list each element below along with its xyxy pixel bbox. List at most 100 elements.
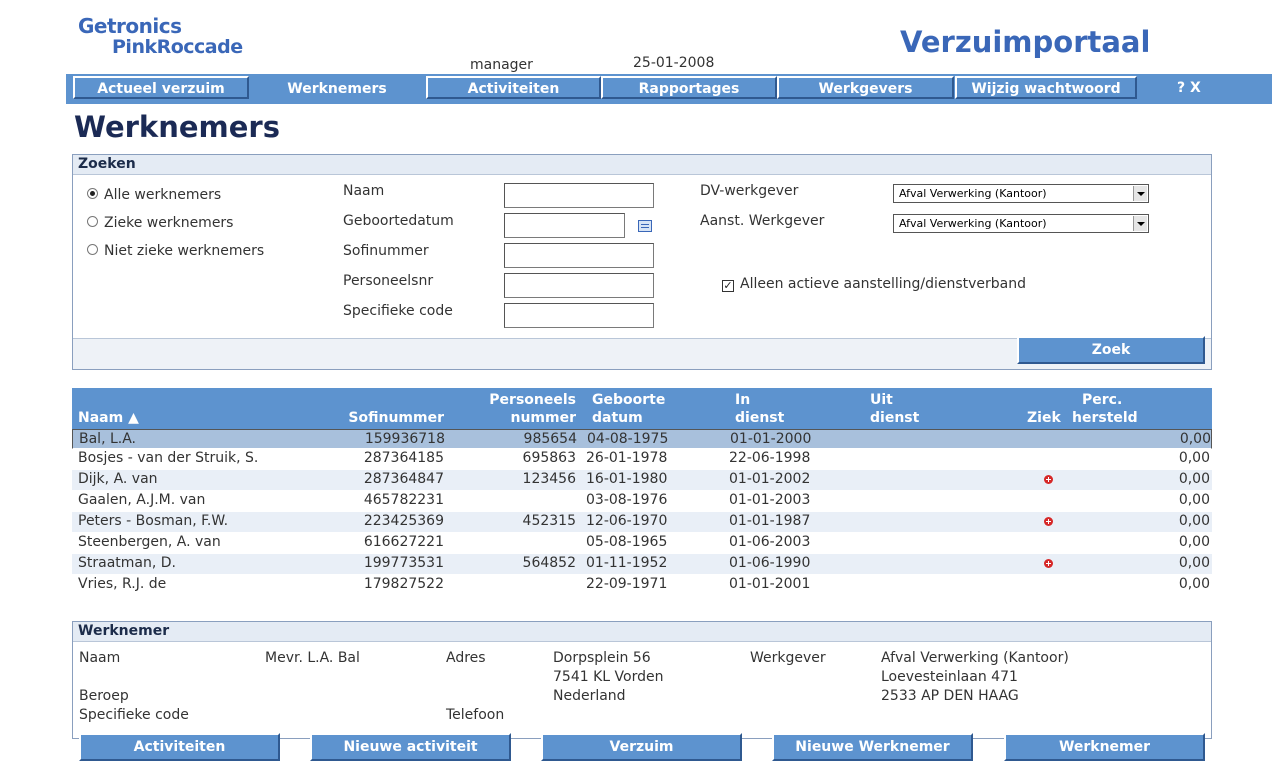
cell-geb: 12-06-1970 bbox=[586, 513, 668, 529]
dv-werkgever-select[interactable]: Afval Verwerking (Kantoor) bbox=[893, 184, 1149, 203]
cell-in: 01-01-1987 bbox=[729, 513, 811, 529]
radio-zieke-werknemers[interactable]: Zieke werknemers bbox=[87, 215, 233, 231]
results-table: Naam ▲ Sofinummer Personeels nummer Gebo… bbox=[72, 388, 1212, 596]
cell-in: 22-06-1998 bbox=[729, 450, 811, 466]
table-row[interactable]: Gaalen, A.J.M. van 465782231 03-08-1976 01-… bbox=[72, 491, 1212, 512]
cell-sofi: 179827522 bbox=[363, 576, 444, 592]
nav-werkgevers[interactable]: Werkgevers bbox=[777, 76, 954, 99]
label-specifieke-code: Specifieke code bbox=[343, 303, 453, 319]
cell-sofi: 159936718 bbox=[364, 431, 445, 447]
cell-geb: 04-08-1975 bbox=[587, 431, 669, 447]
cell-geb: 05-08-1965 bbox=[586, 534, 668, 550]
actief-checkbox-label: Alleen actieve aanstelling/dienstverband bbox=[740, 276, 1027, 292]
table-row[interactable]: Bal, L.A. 159936718 985654 04-08-1975 01-01-… bbox=[72, 429, 1212, 449]
label-emp-telefoon: Telefoon bbox=[446, 707, 505, 723]
cell-perc: 0,00 bbox=[1179, 431, 1211, 447]
search-panel: Zoeken Alle werknemers Zieke werknemers … bbox=[72, 154, 1212, 370]
geboortedatum-input[interactable] bbox=[504, 213, 625, 238]
current-user: manager bbox=[470, 57, 533, 73]
nieuwe-werknemer-button[interactable]: Nieuwe Werknemer bbox=[772, 733, 973, 761]
sick-marker-icon bbox=[1044, 559, 1053, 568]
table-row[interactable]: Straatman, D. 199773531 564852 01-11-1952 01… bbox=[72, 554, 1212, 575]
table-row[interactable]: Vries, R.J. de 179827522 22-09-1971 01-01-2… bbox=[72, 575, 1212, 596]
cell-geb: 03-08-1976 bbox=[586, 492, 668, 508]
chevron-down-icon bbox=[1133, 186, 1147, 201]
cell-in: 01-01-2000 bbox=[730, 431, 812, 447]
zoek-button[interactable]: Zoek bbox=[1017, 336, 1205, 364]
cell-naam: Dijk, A. van bbox=[78, 471, 158, 487]
table-row[interactable]: Dijk, A. van 287364847 123456 16-01-1980 01-… bbox=[72, 470, 1212, 491]
naam-input[interactable] bbox=[504, 183, 654, 208]
verzuim-button[interactable]: Verzuim bbox=[541, 733, 742, 761]
nav-werknemers[interactable]: Werknemers bbox=[262, 78, 412, 100]
cell-sofi: 287364847 bbox=[363, 471, 444, 487]
col-naam[interactable]: Naam ▲ bbox=[78, 410, 139, 426]
calendar-icon[interactable] bbox=[638, 220, 652, 232]
col-in-dienst-1[interactable]: In bbox=[735, 392, 750, 408]
col-in-dienst-2[interactable]: dienst bbox=[735, 410, 784, 426]
emp-werkgever-line1: Afval Verwerking (Kantoor) bbox=[881, 650, 1069, 666]
col-geboorte-1[interactable]: Geboorte bbox=[592, 392, 665, 408]
nav-actueel-verzuim[interactable]: Actueel verzuim bbox=[73, 76, 249, 99]
chevron-down-icon bbox=[1133, 216, 1147, 231]
col-uit-dienst-1[interactable]: Uit bbox=[870, 392, 893, 408]
cell-naam: Steenbergen, A. van bbox=[78, 534, 221, 550]
table-body: Bal, L.A. 159936718 985654 04-08-1975 01-01-… bbox=[72, 429, 1212, 596]
nav-activiteiten[interactable]: Activiteiten bbox=[426, 76, 601, 99]
cell-naam: Gaalen, A.J.M. van bbox=[78, 492, 206, 508]
col-personeels-2[interactable]: nummer bbox=[452, 410, 576, 426]
col-perc-2[interactable]: hersteld bbox=[1072, 410, 1138, 426]
col-perc-1[interactable]: Perc. bbox=[1082, 392, 1122, 408]
cell-perc: 0,00 bbox=[1178, 492, 1210, 508]
nav-wijzig-wachtwoord[interactable]: Wijzig wachtwoord bbox=[955, 76, 1137, 99]
label-naam: Naam bbox=[343, 183, 385, 199]
aanst-werkgever-select[interactable]: Afval Verwerking (Kantoor) bbox=[893, 214, 1149, 233]
label-emp-specifieke-code: Specifieke code bbox=[79, 707, 189, 723]
help-close-links[interactable]: ? X bbox=[1177, 80, 1201, 96]
specifieke-code-input[interactable] bbox=[504, 303, 654, 328]
personeelsnr-input[interactable] bbox=[504, 273, 654, 298]
cell-pers: 985654 bbox=[523, 431, 577, 447]
table-row[interactable]: Steenbergen, A. van 616627221 05-08-1965 01… bbox=[72, 533, 1212, 554]
cell-geb: 26-01-1978 bbox=[586, 450, 668, 466]
label-emp-werkgever: Werkgever bbox=[750, 650, 826, 666]
logo-getronics: Getronics bbox=[78, 14, 182, 38]
col-uit-dienst-2[interactable]: dienst bbox=[870, 410, 919, 426]
portal-title: Verzuimportaal bbox=[900, 25, 1151, 59]
page-title: Werknemers bbox=[74, 110, 280, 144]
col-geboorte-2[interactable]: datum bbox=[592, 410, 643, 426]
radio-alle-werknemers[interactable]: Alle werknemers bbox=[87, 187, 221, 203]
nieuwe-activiteit-button[interactable]: Nieuwe activiteit bbox=[310, 733, 511, 761]
cell-naam: Bosjes - van der Struik, S. bbox=[78, 450, 259, 466]
radio-icon bbox=[87, 216, 98, 227]
table-row[interactable]: Bosjes - van der Struik, S. 287364185 6958… bbox=[72, 449, 1212, 470]
label-aanst-werkgever: Aanst. Werkgever bbox=[700, 213, 825, 229]
cell-sofi: 616627221 bbox=[363, 534, 444, 550]
emp-adres-line2: 7541 KL Vorden bbox=[553, 669, 664, 685]
emp-adres-line3: Nederland bbox=[553, 688, 626, 704]
emp-adres-line1: Dorpsplein 56 bbox=[553, 650, 651, 666]
cell-perc: 0,00 bbox=[1178, 450, 1210, 466]
table-row[interactable]: Peters - Bosman, F.W. 223425369 452315 12-0… bbox=[72, 512, 1212, 533]
actief-checkbox[interactable]: ✓ bbox=[722, 280, 734, 292]
cell-perc: 0,00 bbox=[1178, 471, 1210, 487]
sick-marker-icon bbox=[1044, 517, 1053, 526]
cell-in: 01-06-1990 bbox=[729, 555, 811, 571]
current-date: 25-01-2008 bbox=[633, 55, 715, 71]
sofinummer-input[interactable] bbox=[504, 243, 654, 268]
cell-perc: 0,00 bbox=[1178, 555, 1210, 571]
radio-niet-zieke-werknemers[interactable]: Niet zieke werknemers bbox=[87, 243, 264, 259]
cell-geb: 16-01-1980 bbox=[586, 471, 668, 487]
label-emp-naam: Naam bbox=[79, 650, 121, 666]
werknemer-button[interactable]: Werknemer bbox=[1004, 733, 1205, 761]
col-personeels-1[interactable]: Personeels bbox=[452, 392, 576, 408]
cell-perc: 0,00 bbox=[1178, 576, 1210, 592]
label-emp-beroep: Beroep bbox=[79, 688, 129, 704]
col-ziek[interactable]: Ziek bbox=[1027, 410, 1061, 426]
activiteiten-button[interactable]: Activiteiten bbox=[79, 733, 280, 761]
cell-perc: 0,00 bbox=[1178, 534, 1210, 550]
nav-rapportages[interactable]: Rapportages bbox=[601, 76, 777, 99]
label-sofinummer: Sofinummer bbox=[343, 243, 429, 259]
col-sofinummer[interactable]: Sofinummer bbox=[302, 410, 444, 426]
cell-naam: Peters - Bosman, F.W. bbox=[78, 513, 229, 529]
